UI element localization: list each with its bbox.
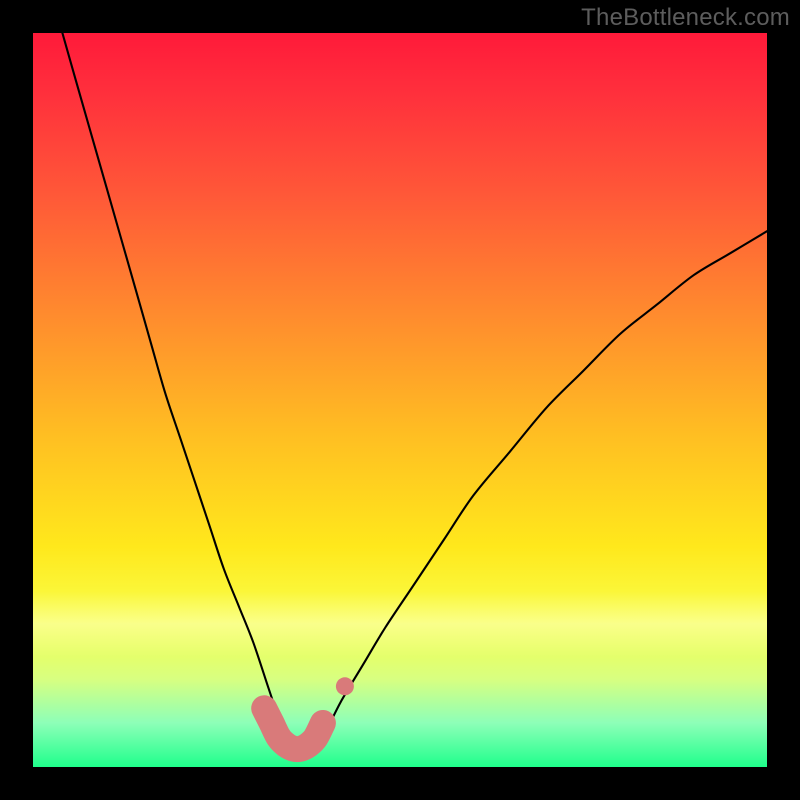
- plot-gradient-area: [33, 33, 767, 767]
- chart-svg: [33, 33, 767, 767]
- isolated-dot: [336, 677, 354, 695]
- watermark-text: TheBottleneck.com: [581, 4, 790, 32]
- highlighted-bottom-trace: [264, 708, 323, 749]
- outer-black-frame: TheBottleneck.com: [0, 0, 800, 800]
- bottleneck-curve: [62, 33, 767, 753]
